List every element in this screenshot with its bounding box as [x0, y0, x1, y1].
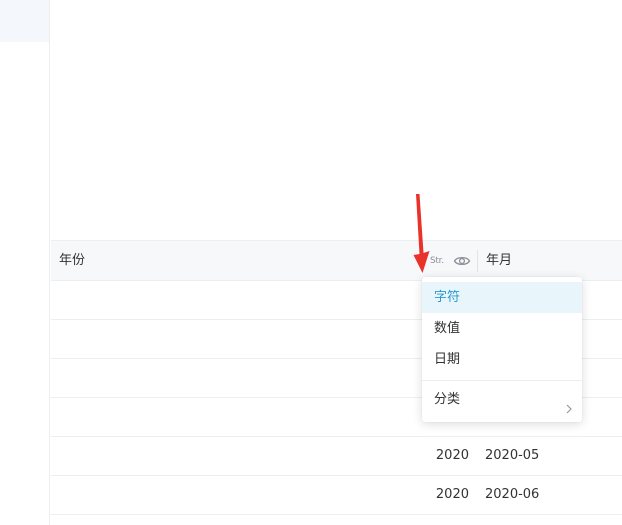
- column-header-month[interactable]: 年月: [486, 241, 512, 280]
- cell-month: 2020-05: [485, 448, 540, 463]
- menu-item-string[interactable]: 字符: [422, 282, 582, 313]
- menu-item-category[interactable]: 分类: [422, 384, 582, 415]
- red-arrow-annotation: [413, 194, 430, 273]
- menu-separator: [422, 380, 582, 381]
- menu-item-date[interactable]: 日期: [422, 344, 582, 375]
- eye-icon[interactable]: [453, 253, 471, 267]
- column-header-year[interactable]: 年份: [59, 241, 85, 280]
- column-type-dropdown: 字符 数值 日期 分类: [422, 277, 582, 422]
- cell-month: 2020-06: [485, 487, 540, 502]
- app-window: 年份 Str. 年月 2020 2020-04: [0, 0, 622, 525]
- table-header-row: 年份 Str. 年月: [51, 240, 622, 281]
- menu-item-number[interactable]: 数值: [422, 313, 582, 344]
- table-row[interactable]: 2020 2020-05: [51, 437, 622, 476]
- cell-year: 2020: [435, 448, 469, 463]
- menu-item-label: 分类: [434, 392, 461, 407]
- table-row[interactable]: 2020 2020-06: [51, 476, 622, 515]
- cell-year: 2020: [435, 487, 469, 502]
- menu-item-label: 数值: [434, 321, 461, 336]
- left-panel-selected-item[interactable]: [0, 0, 49, 42]
- chevron-right-icon: [566, 395, 572, 414]
- menu-item-label: 字符: [434, 290, 461, 305]
- column-divider[interactable]: [477, 250, 478, 272]
- menu-item-label: 日期: [434, 352, 461, 367]
- left-panel: [0, 0, 50, 525]
